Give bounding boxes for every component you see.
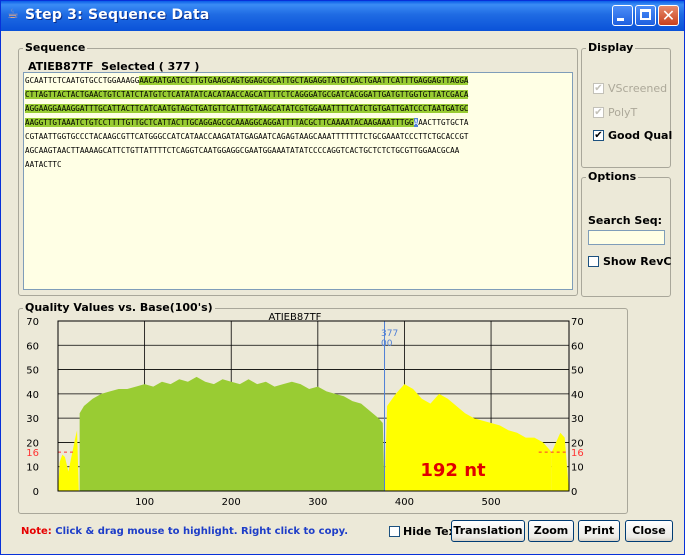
sequence-highlighted-segment: AGGAAGGAAAGGATTTGCATTACTTCATCAATGTAGCTGA… [25,104,469,113]
checkbox-box: ✔ [593,130,604,141]
java-cup-icon: ☕ [7,7,19,22]
cursor-label-top: 377 [381,329,398,339]
x-tick-label: 100 [135,497,154,508]
vscreened-label: VScreened [608,82,668,95]
title-bar[interactable]: ☕ Step 3: Sequence Data ✕ [1,1,684,31]
good-qual-label: Good Qual [608,129,673,142]
y-tick-label-left: 70 [26,317,39,328]
window-title: Step 3: Sequence Data [25,7,210,23]
search-seq-label: Search Seq: [588,214,663,227]
sequence-line[interactable]: AGGAAGGAAAGGATTTGCATTACTTCATCAATGTAGCTGA… [25,102,469,116]
checkbox-box [389,526,400,537]
y-tick-label-right: 40 [571,390,584,401]
minimize-button[interactable] [612,5,633,26]
y-tick-label-right: 10 [571,463,584,474]
note-label: Note: [21,526,52,537]
checkbox-box: ✔ [593,83,604,94]
threshold-label-left: 16 [26,448,39,459]
display-group-title: Display [586,41,636,54]
sequence-line[interactable]: CTTAGTTACTACTGAACTGTCTATCTATGTCTCATATATC… [25,88,469,102]
search-seq-input[interactable] [588,230,665,245]
x-tick-label: 400 [395,497,414,508]
quality-area-low-start [58,430,79,491]
sequence-segment: CGTAATTGGTGCCCTACAAGCGTTCATGGGCCATCATAAC… [25,132,469,141]
quality-chart[interactable]: ATIEB87TF 0 010 1020 2030 3040 4050 5060 6070 70… [19,301,629,511]
cursor-label-bottom: 00 [381,339,393,349]
zoom-button[interactable]: Zoom [528,520,574,542]
sequence-line[interactable]: AAGGTTGTAAATCTGTCCTTTTGTTGCTCATTACTTGCAG… [25,116,468,130]
sequence-line[interactable]: CGTAATTGGTGCCCTACAAGCGTTCATGGGCCATCATAAC… [25,130,468,144]
quality-area-low-end [551,432,569,491]
sequence-highlighted-segment: AACAATGATCCTTGTGAAGCAGTGGAGCGCATTGCTAGAG… [139,76,469,85]
sequence-highlighted-segment: CTTAGTTACTACTGAACTGTCTATCTATGTCTCATATATC… [25,90,469,99]
threshold-label-right: 16 [571,448,584,459]
close-button[interactable]: Close [625,520,673,542]
maximize-button[interactable] [635,5,656,26]
sequence-segment: GCAATTCTCAATGTGCCTGGAAAGG [25,76,140,85]
sequence-segment: AACTTGTGCTA [418,118,469,127]
sequence-highlighted-segment: AAGGTTGTAAATCTGTCCTTTTGTTGCTCATTACTTGCAG… [25,118,414,127]
polyt-label: PolyT [608,106,638,119]
close-window-button[interactable]: ✕ [658,5,679,26]
options-group-title: Options [586,170,639,183]
sequence-group-title: Sequence [23,41,88,54]
sequence-line[interactable]: AGCAAGTAACTTAAAAGCATTCTGTTATTTTCTCAGGTCA… [25,144,459,158]
x-tick-label: 200 [222,497,241,508]
checkbox-box: ✔ [593,107,604,118]
y-tick-label-right: 60 [571,341,584,352]
minimize-icon [617,18,624,21]
maximize-icon [640,9,651,20]
sequence-line[interactable]: GCAATTCTCAATGTGCCTGGAAAGGAACAATGATCCTTGT… [25,74,469,88]
x-tick-label: 500 [482,497,501,508]
footer-note: Note: Click & drag mouse to highlight. R… [21,526,348,537]
y-tick-label-left: 10 [26,463,39,474]
dialog-window: ☕ Step 3: Sequence Data ✕ Sequence ATIEB… [0,0,685,555]
show-revc-label: Show RevC [603,255,672,268]
y-tick-label-right: 0 [571,487,577,498]
x-tick-label: 300 [308,497,327,508]
sequence-segment: AGCAAGTAACTTAAAAGCATTCTGTTATTTTCTCAGGTCA… [25,146,460,155]
note-text: Click & drag mouse to highlight. Right c… [51,526,348,537]
translation-button[interactable]: Translation [451,520,525,542]
sequence-line[interactable]: AATACTTC [25,158,62,172]
print-button[interactable]: Print [578,520,620,542]
y-tick-label-right: 70 [571,317,584,328]
sequence-text-area[interactable]: GCAATTCTCAATGTGCCTGGAAAGGAACAATGATCCTTGT… [23,72,573,290]
y-tick-label-left: 40 [26,390,39,401]
y-tick-label-left: 30 [26,414,39,425]
y-tick-label-right: 30 [571,414,584,425]
nt-count-label: 192 nt [420,460,486,481]
close-icon: ✕ [661,6,676,25]
sequence-segment: AATACTTC [25,160,62,169]
y-tick-label-left: 60 [26,341,39,352]
y-tick-label-left: 50 [26,366,39,377]
y-tick-label-right: 50 [571,366,584,377]
y-tick-label-left: 0 [33,487,39,498]
checkbox-box [588,256,599,267]
